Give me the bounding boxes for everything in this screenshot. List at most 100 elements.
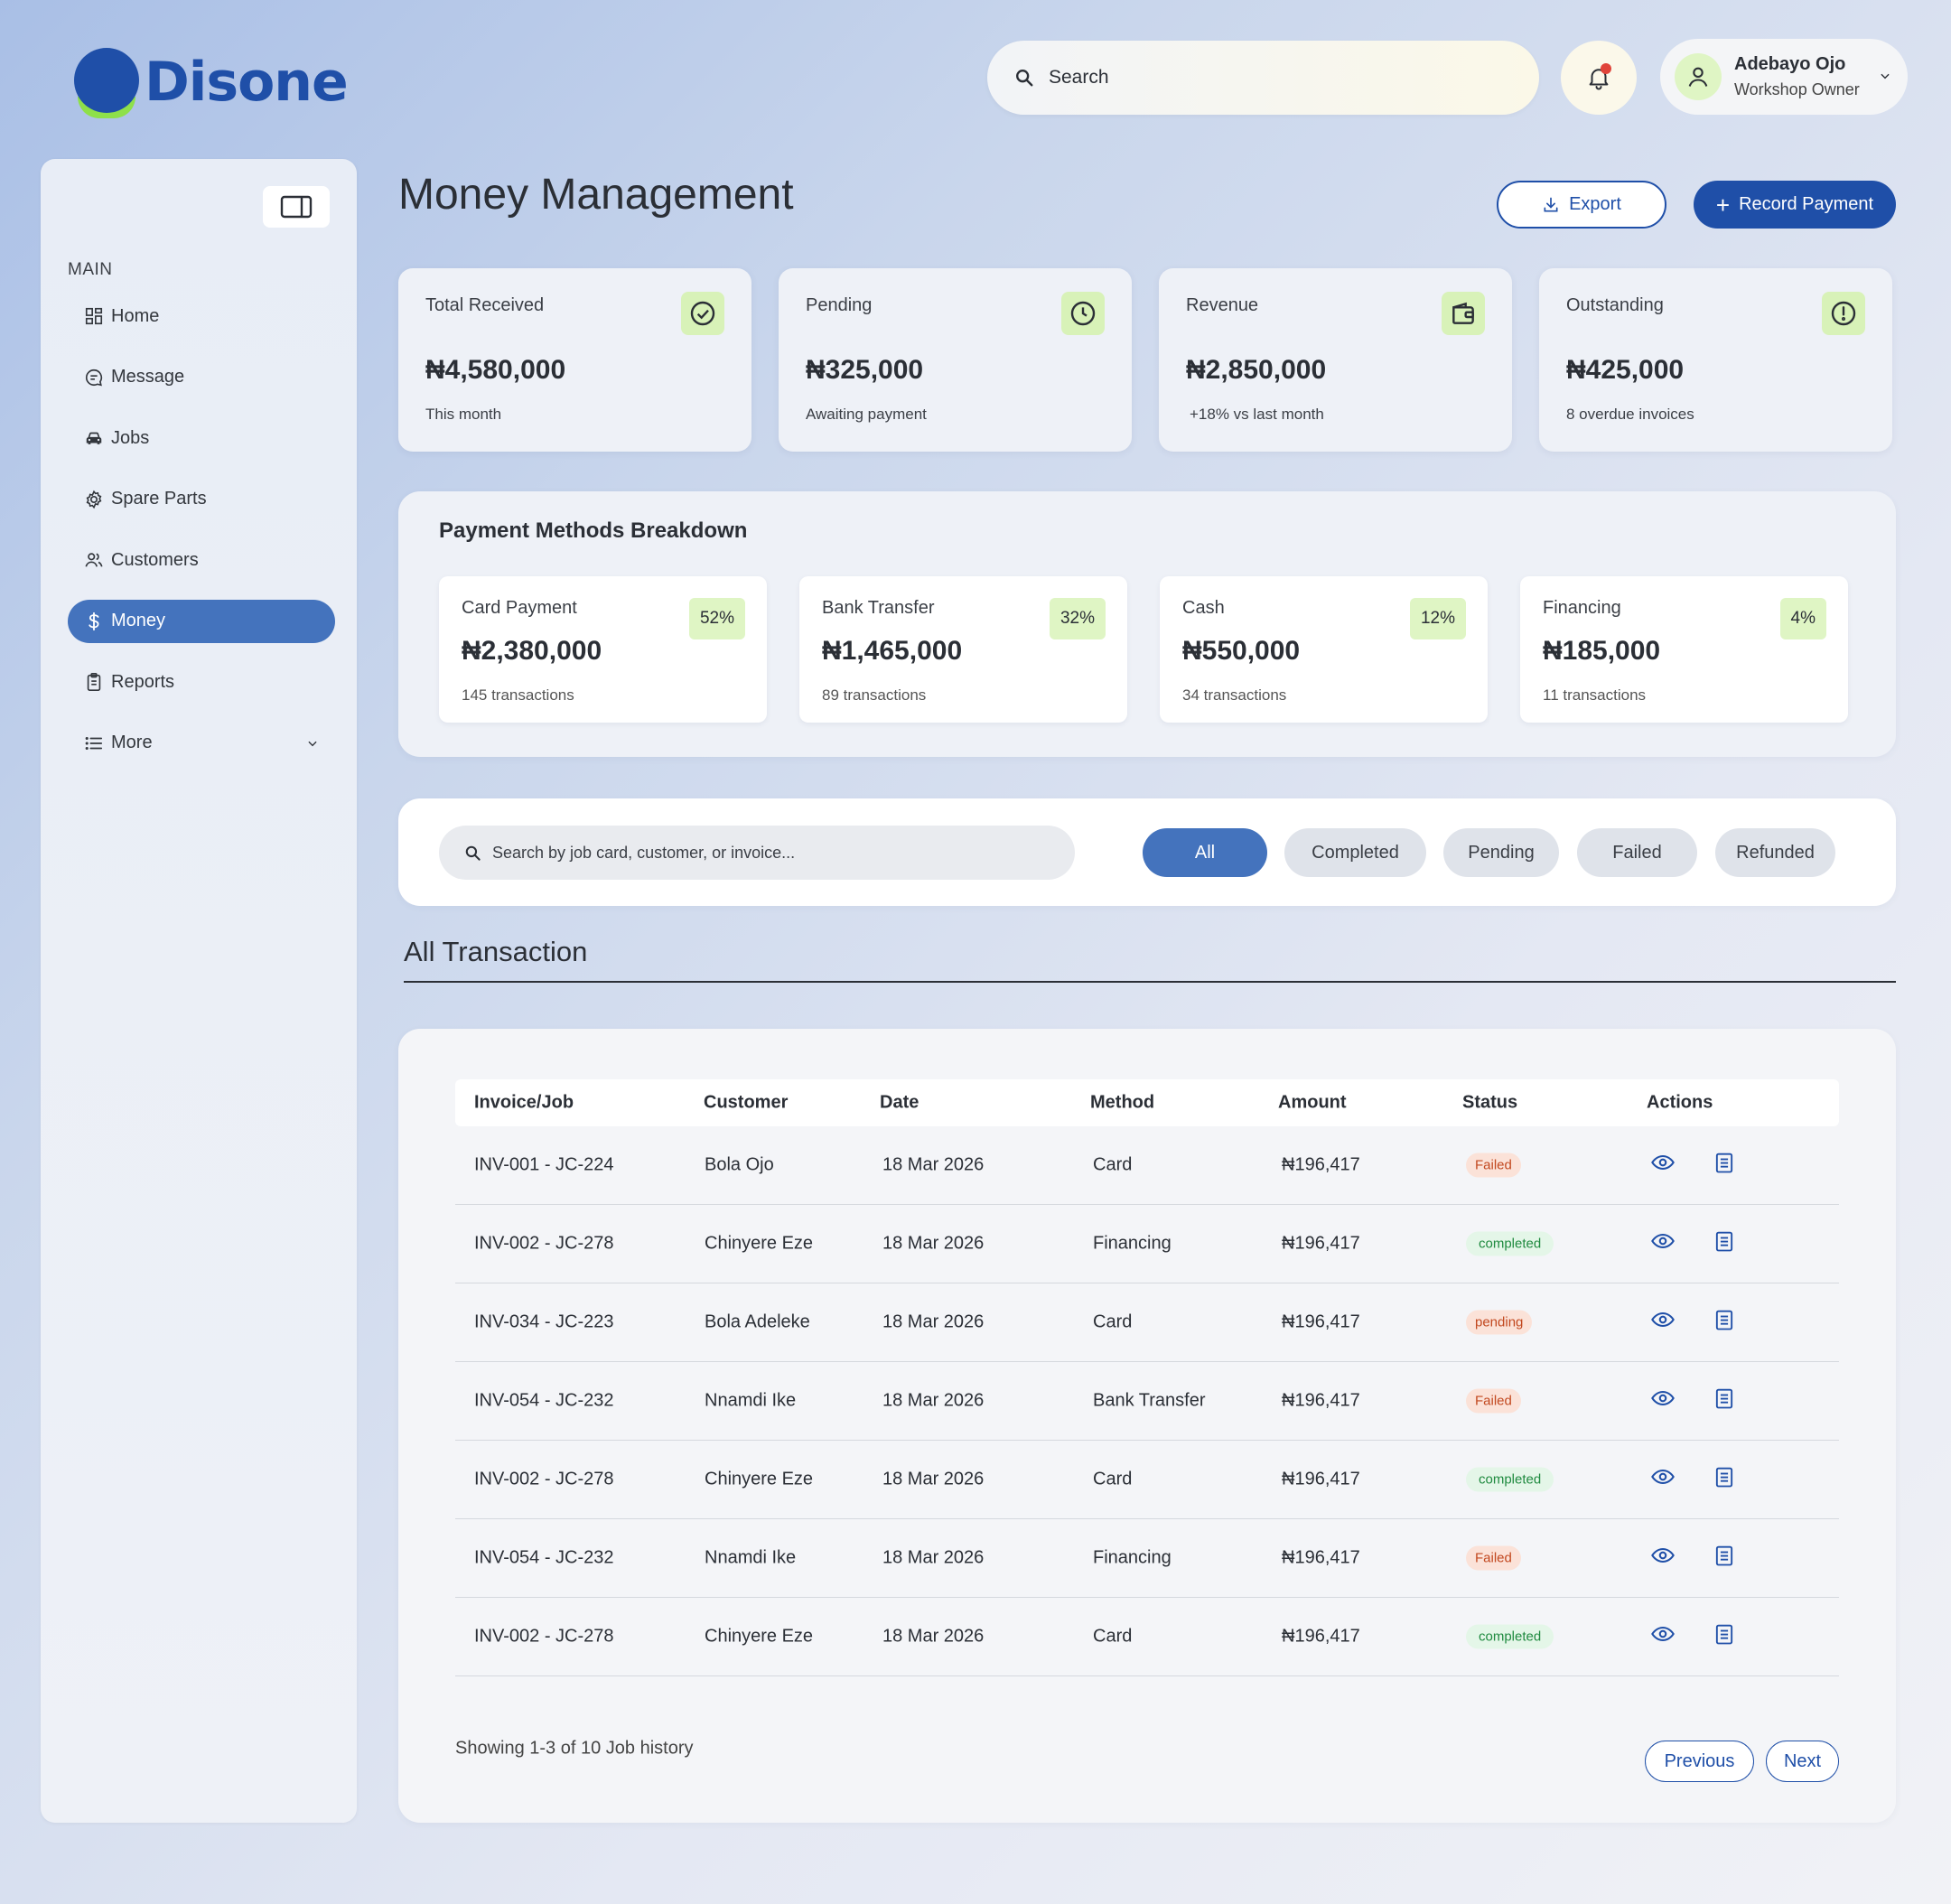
- sidebar-item-more[interactable]: More: [68, 722, 335, 765]
- table-row[interactable]: INV-054 - JC-232 Nnamdi Ike 18 Mar 2026 Ban…: [455, 1362, 1839, 1441]
- view-icon[interactable]: [1650, 1150, 1676, 1181]
- column-header[interactable]: Amount: [1278, 1093, 1347, 1114]
- column-header[interactable]: Date: [880, 1093, 919, 1114]
- pagination-summary: Showing 1-3 of 10 Job history: [455, 1738, 694, 1759]
- chevron-down-icon: [308, 741, 317, 746]
- cell-date: 18 Mar 2026: [882, 1626, 985, 1647]
- alert-circle-icon: [1822, 292, 1865, 335]
- method-card-bank-transfer[interactable]: Bank Transfer 32% ₦1,465,000 89 transact…: [799, 576, 1127, 723]
- transaction-search-input[interactable]: [492, 843, 1034, 863]
- stat-label: Total Received: [425, 295, 545, 315]
- search-icon: [465, 845, 481, 861]
- transactions-table: Invoice/Job Customer Date Method Amount …: [398, 1029, 1896, 1823]
- status-badge: Failed: [1466, 1388, 1521, 1414]
- column-header[interactable]: Status: [1462, 1093, 1517, 1114]
- table-row[interactable]: INV-001 - JC-224 Bola Ojo 18 Mar 2026 Card ₦…: [455, 1126, 1839, 1205]
- cell-method: Card: [1093, 1311, 1133, 1332]
- export-button[interactable]: Export: [1497, 181, 1666, 229]
- sidebar-item-message[interactable]: Message: [68, 356, 335, 399]
- sidebar-item-money[interactable]: Money: [68, 599, 335, 643]
- clipboard-icon: [87, 673, 101, 691]
- stat-value: ₦4,580,000: [425, 355, 566, 385]
- next-button[interactable]: Next: [1766, 1741, 1839, 1782]
- sidebar-item-jobs[interactable]: Jobs: [68, 416, 335, 460]
- cell-date: 18 Mar 2026: [882, 1154, 985, 1175]
- view-icon[interactable]: [1650, 1621, 1676, 1652]
- cell-customer: Chinyere Eze: [705, 1469, 814, 1489]
- page-title: Money Management: [398, 171, 794, 219]
- clock-icon: [1061, 292, 1105, 335]
- sidebar-item-label: Spare Parts: [111, 489, 207, 509]
- record-payment-label: Record Payment: [1739, 194, 1874, 214]
- receipt-icon[interactable]: [1712, 1464, 1737, 1495]
- receipt-icon[interactable]: [1712, 1386, 1737, 1416]
- filter-chip-pending[interactable]: Pending: [1443, 828, 1559, 877]
- search-icon: [1016, 70, 1033, 87]
- view-icon[interactable]: [1650, 1228, 1676, 1259]
- sidebar-item-label: Reports: [111, 671, 175, 692]
- brand-logo[interactable]: Disone: [72, 43, 349, 121]
- receipt-icon[interactable]: [1712, 1228, 1737, 1259]
- cell-invoice: INV-002 - JC-278: [474, 1626, 614, 1647]
- method-card-financing[interactable]: Financing 4% ₦185,000 11 transactions: [1520, 576, 1848, 723]
- brand-name: Disone: [145, 51, 349, 114]
- receipt-icon[interactable]: [1712, 1150, 1737, 1181]
- sidebar-item-reports[interactable]: Reports: [68, 660, 335, 704]
- sidebar-item-customers[interactable]: Customers: [68, 538, 335, 582]
- sidebar-item-home[interactable]: Home: [68, 294, 335, 338]
- user-name: Adebayo Ojo: [1734, 54, 1846, 74]
- filter-chip-failed[interactable]: Failed: [1577, 828, 1697, 877]
- sidebar-collapse-button[interactable]: [263, 186, 330, 228]
- stat-card-total-received: Total Received ₦4,580,000 This month: [398, 268, 751, 452]
- cell-method: Financing: [1093, 1233, 1172, 1254]
- view-icon[interactable]: [1650, 1543, 1676, 1573]
- sidebar-item-label: More: [111, 733, 153, 752]
- sidebar-item-label: Jobs: [111, 427, 150, 448]
- cell-date: 18 Mar 2026: [882, 1390, 985, 1411]
- notifications-button[interactable]: [1561, 41, 1637, 115]
- status-badge: completed: [1466, 1624, 1554, 1649]
- table-row[interactable]: INV-034 - JC-223 Bola Adeleke 18 Mar 2026 C…: [455, 1283, 1839, 1362]
- method-card-cash[interactable]: Cash 12% ₦550,000 34 transactions: [1160, 576, 1488, 723]
- table-row[interactable]: INV-054 - JC-232 Nnamdi Ike 18 Mar 2026 Fin…: [455, 1519, 1839, 1598]
- table-row[interactable]: INV-002 - JC-278 Chinyere Eze 18 Mar 2026 C…: [455, 1598, 1839, 1676]
- view-icon[interactable]: [1650, 1307, 1676, 1338]
- logo-mark-icon: [72, 46, 139, 118]
- gear-icon: [86, 490, 102, 509]
- sidebar-section-label: MAIN: [68, 260, 113, 279]
- column-header[interactable]: Invoice/Job: [474, 1093, 574, 1114]
- sidebar-item-spare-parts[interactable]: Spare Parts: [68, 478, 335, 521]
- method-value: ₦550,000: [1182, 636, 1301, 666]
- cell-invoice: INV-002 - JC-278: [474, 1233, 614, 1254]
- user-menu[interactable]: Adebayo Ojo Workshop Owner: [1660, 39, 1908, 115]
- method-sub: 145 transactions: [462, 686, 574, 704]
- receipt-icon[interactable]: [1712, 1543, 1737, 1573]
- previous-button[interactable]: Previous: [1645, 1741, 1754, 1782]
- receipt-icon[interactable]: [1712, 1307, 1737, 1338]
- global-search[interactable]: Search: [987, 41, 1539, 115]
- chevron-down-icon[interactable]: [1879, 70, 1891, 82]
- filter-chip-all[interactable]: All: [1143, 828, 1267, 877]
- cell-amount: ₦196,417: [1282, 1390, 1360, 1411]
- view-icon[interactable]: [1650, 1464, 1676, 1495]
- view-icon[interactable]: [1650, 1386, 1676, 1416]
- table-row[interactable]: INV-002 - JC-278 Chinyere Eze 18 Mar 2026 F…: [455, 1205, 1839, 1283]
- stat-label: Pending: [806, 295, 873, 315]
- table-row[interactable]: INV-002 - JC-278 Chinyere Eze 18 Mar 2026 C…: [455, 1441, 1839, 1519]
- transaction-search[interactable]: [439, 826, 1075, 880]
- stat-value: ₦325,000: [806, 355, 924, 385]
- method-sub: 34 transactions: [1182, 686, 1287, 704]
- record-payment-button[interactable]: + Record Payment: [1694, 181, 1896, 229]
- table-header: Invoice/Job Customer Date Method Amount …: [455, 1079, 1839, 1126]
- receipt-icon[interactable]: [1712, 1621, 1737, 1652]
- filter-chip-refunded[interactable]: Refunded: [1715, 828, 1835, 877]
- cell-amount: ₦196,417: [1282, 1626, 1360, 1647]
- column-header[interactable]: Customer: [704, 1093, 788, 1114]
- column-header[interactable]: Method: [1090, 1093, 1154, 1114]
- method-card-card-payment[interactable]: Card Payment 52% ₦2,380,000 145 transact…: [439, 576, 767, 723]
- cell-method: Card: [1093, 1626, 1133, 1647]
- status-badge: Failed: [1466, 1545, 1521, 1571]
- method-name: Cash: [1182, 598, 1225, 618]
- filter-chip-completed[interactable]: Completed: [1284, 828, 1426, 877]
- stat-card-pending: Pending ₦325,000 Awaiting payment: [779, 268, 1132, 452]
